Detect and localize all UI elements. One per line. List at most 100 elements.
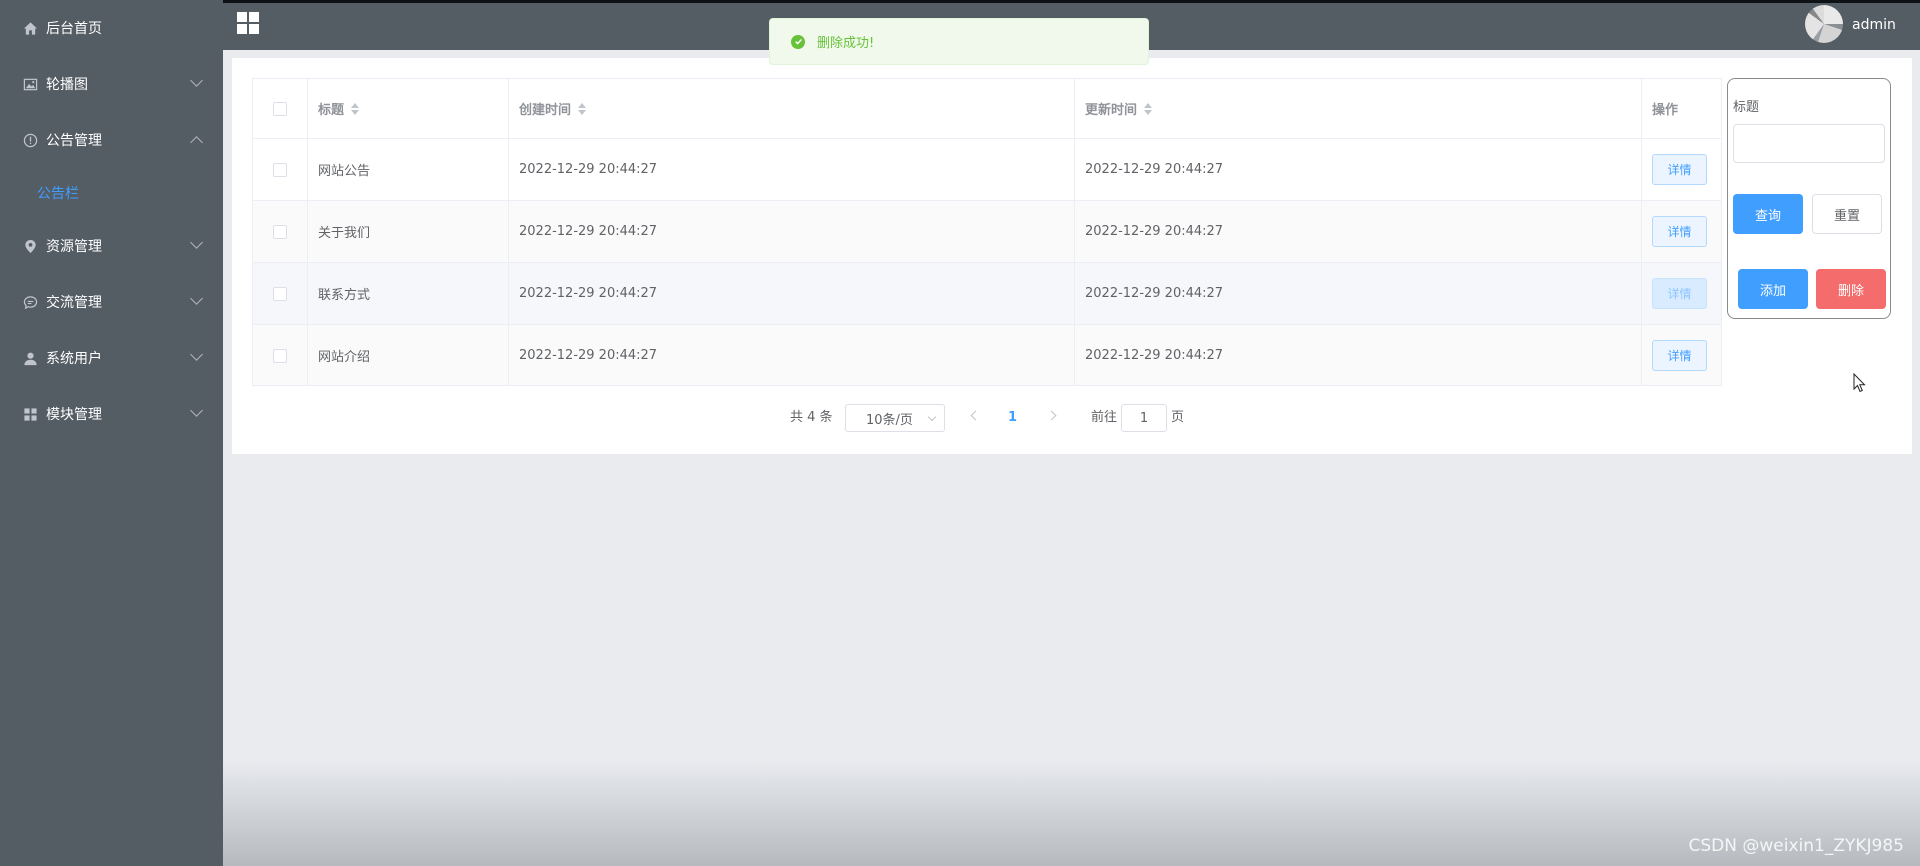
column-title-label: 标题 xyxy=(318,103,345,118)
sidebar-item-label: 公告管理 xyxy=(46,133,102,149)
sidebar-item-label: 轮播图 xyxy=(46,77,88,93)
chat-icon xyxy=(22,294,38,310)
row-select-cell xyxy=(253,263,308,324)
row-action-cell: 详情 xyxy=(1642,263,1721,324)
row-title: 联系方式 xyxy=(308,263,509,324)
page-size-select[interactable]: 10条/页 xyxy=(845,404,945,432)
row-select-cell xyxy=(253,325,308,385)
add-button[interactable]: 添加 xyxy=(1738,269,1808,309)
select-all-cell xyxy=(253,79,308,138)
table-row[interactable]: 网站介绍 2022-12-29 20:44:27 2022-12-29 20:4… xyxy=(253,325,1721,385)
row-action-cell: 详情 xyxy=(1642,201,1721,262)
sidebar-item-system-users[interactable]: 系统用户 xyxy=(0,330,223,386)
row-title: 网站介绍 xyxy=(308,325,509,385)
column-created[interactable]: 创建时间 xyxy=(509,79,1075,138)
column-action: 操作 xyxy=(1642,79,1721,138)
bottom-fade xyxy=(223,760,1920,866)
chevron-up-icon xyxy=(190,136,203,149)
username[interactable]: admin xyxy=(1852,17,1896,33)
chevron-down-icon xyxy=(190,236,203,249)
chevron-down-icon xyxy=(927,412,937,422)
goto-label: 前往 xyxy=(1091,410,1118,425)
column-updated[interactable]: 更新时间 xyxy=(1075,79,1642,138)
reset-button[interactable]: 重置 xyxy=(1812,194,1882,234)
sidebar-item-notice[interactable]: 公告管理 xyxy=(0,112,223,168)
row-updated: 2022-12-29 20:44:27 xyxy=(1075,325,1642,385)
menu-toggle-icon[interactable] xyxy=(237,12,259,34)
row-updated: 2022-12-29 20:44:27 xyxy=(1075,263,1642,324)
sidebar-item-resource[interactable]: 资源管理 xyxy=(0,218,223,274)
sidebar-item-label: 交流管理 xyxy=(46,295,102,311)
chevron-down-icon xyxy=(190,74,203,87)
info-icon xyxy=(22,132,38,148)
row-checkbox[interactable] xyxy=(273,224,287,239)
row-updated: 2022-12-29 20:44:27 xyxy=(1075,201,1642,262)
column-title[interactable]: 标题 xyxy=(308,79,509,138)
sort-icon[interactable] xyxy=(1144,102,1153,115)
row-created: 2022-12-29 20:44:27 xyxy=(509,139,1075,200)
row-created: 2022-12-29 20:44:27 xyxy=(509,201,1075,262)
row-created: 2022-12-29 20:44:27 xyxy=(509,325,1075,385)
page-size-value: 10条/页 xyxy=(866,412,913,428)
table-header: 标题 创建时间 更新时间 操作 xyxy=(253,79,1721,139)
success-toast: 删除成功! xyxy=(769,18,1149,65)
sidebar-item-label: 模块管理 xyxy=(46,407,102,423)
delete-button[interactable]: 删除 xyxy=(1816,269,1886,309)
sort-icon[interactable] xyxy=(351,102,360,115)
title-filter-input[interactable] xyxy=(1733,124,1885,163)
sidebar-item-home[interactable]: 后台首页 xyxy=(0,0,223,56)
table-row[interactable]: 联系方式 2022-12-29 20:44:27 2022-12-29 20:4… xyxy=(253,263,1721,325)
detail-button[interactable]: 详情 xyxy=(1652,154,1707,185)
table-row[interactable]: 关于我们 2022-12-29 20:44:27 2022-12-29 20:4… xyxy=(253,201,1721,263)
row-updated: 2022-12-29 20:44:27 xyxy=(1075,139,1642,200)
goto-page-input[interactable]: 1 xyxy=(1121,404,1167,432)
chevron-down-icon xyxy=(190,292,203,305)
query-button[interactable]: 查询 xyxy=(1733,194,1803,234)
location-icon xyxy=(22,238,38,254)
detail-button[interactable]: 详情 xyxy=(1652,278,1707,309)
sidebar-item-label: 后台首页 xyxy=(46,21,102,37)
select-all-checkbox[interactable] xyxy=(273,101,287,116)
goto-unit: 页 xyxy=(1171,410,1185,425)
column-created-label: 创建时间 xyxy=(519,103,572,118)
sidebar-item-carousel[interactable]: 轮播图 xyxy=(0,56,223,112)
sidebar-item-communication[interactable]: 交流管理 xyxy=(0,274,223,330)
row-checkbox[interactable] xyxy=(273,348,287,363)
detail-button[interactable]: 详情 xyxy=(1652,340,1707,371)
row-created: 2022-12-29 20:44:27 xyxy=(509,263,1075,324)
sidebar-subitem-bulletin[interactable]: 公告栏 xyxy=(0,165,223,221)
notice-table: 标题 创建时间 更新时间 操作 网站公告 2022-12-29 20:44:27… xyxy=(252,78,1722,386)
search-panel: 标题 查询 重置 添加 删除 xyxy=(1727,78,1891,319)
row-checkbox[interactable] xyxy=(273,286,287,301)
pagination-total: 共 4 条 xyxy=(790,410,833,425)
current-page[interactable]: 1 xyxy=(1008,404,1017,432)
column-updated-label: 更新时间 xyxy=(1085,103,1138,118)
grid-icon xyxy=(22,406,38,422)
user-icon xyxy=(22,350,38,366)
avatar[interactable] xyxy=(1805,5,1843,43)
title-filter-label: 标题 xyxy=(1733,100,1760,115)
toast-message: 删除成功! xyxy=(817,36,875,51)
table-row[interactable]: 网站公告 2022-12-29 20:44:27 2022-12-29 20:4… xyxy=(253,139,1721,201)
sidebar-subitem-label: 公告栏 xyxy=(37,186,79,202)
watermark: CSDN @weixin1_ZYKJ985 xyxy=(1688,836,1904,856)
sort-icon[interactable] xyxy=(578,102,587,115)
home-icon xyxy=(22,20,38,36)
sidebar-item-label: 资源管理 xyxy=(46,239,102,255)
row-checkbox[interactable] xyxy=(273,162,287,177)
row-title: 关于我们 xyxy=(308,201,509,262)
row-title: 网站公告 xyxy=(308,139,509,200)
row-select-cell xyxy=(253,201,308,262)
sidebar: 后台首页 轮播图 公告管理 公告栏 资源管理 交流管理 系统用户 模块管理 xyxy=(0,0,223,866)
chevron-down-icon xyxy=(190,404,203,417)
row-select-cell xyxy=(253,139,308,200)
chevron-down-icon xyxy=(190,348,203,361)
check-circle-icon xyxy=(791,34,805,49)
mouse-cursor-icon xyxy=(1853,373,1866,393)
sidebar-item-label: 系统用户 xyxy=(46,351,102,367)
row-action-cell: 详情 xyxy=(1642,325,1721,385)
detail-button[interactable]: 详情 xyxy=(1652,216,1707,247)
row-action-cell: 详情 xyxy=(1642,139,1721,200)
sidebar-item-modules[interactable]: 模块管理 xyxy=(0,386,223,442)
image-icon xyxy=(22,76,38,92)
